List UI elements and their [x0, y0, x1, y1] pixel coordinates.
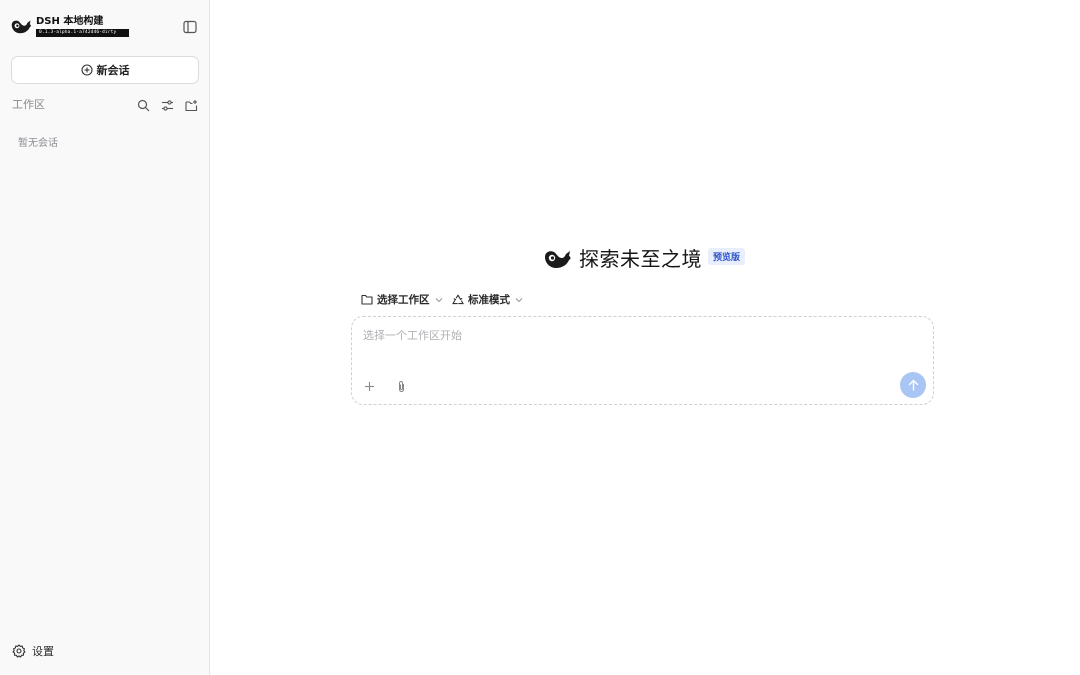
- whale-logo-icon: [11, 20, 31, 33]
- folder-plus-icon: [184, 99, 197, 111]
- new-chat-label: 新会话: [96, 64, 130, 77]
- search-button[interactable]: [134, 96, 152, 114]
- sidebar-toggle-button[interactable]: [180, 17, 200, 37]
- composer: [351, 316, 934, 405]
- plus-icon: [364, 381, 374, 391]
- chevron-down-icon: [435, 297, 442, 302]
- workspace-section-label: 工作区: [12, 98, 45, 111]
- sidebar: DSH 本地构建 0.1.3-alpha.1-a742d46-dirty 新会话…: [0, 0, 210, 675]
- workspace-selector[interactable]: 选择工作区: [361, 292, 443, 307]
- plus-circle-icon: [80, 64, 93, 76]
- prompt-input[interactable]: [363, 329, 883, 342]
- folder-icon: [361, 294, 373, 305]
- add-button[interactable]: [360, 377, 378, 395]
- sliders-icon: [161, 99, 173, 111]
- main-area: 探索未至之境 预览版 选择工作区 标准模式: [210, 0, 1080, 675]
- sidebar-toggle-icon: [183, 20, 197, 34]
- add-workspace-button[interactable]: [182, 96, 200, 114]
- settings-label: 设置: [32, 645, 54, 658]
- gear-icon: [12, 644, 26, 658]
- arrow-up-icon: [908, 379, 918, 391]
- settings-button[interactable]: 设置: [12, 643, 54, 659]
- paperclip-icon: [398, 380, 404, 392]
- whale-logo-icon: [545, 251, 571, 268]
- mode-selector[interactable]: 标准模式: [452, 292, 523, 307]
- mode-selector-label: 标准模式: [468, 294, 510, 306]
- empty-sessions-text: 暂无会话: [18, 138, 58, 149]
- hero-header: 探索未至之境 预览版: [544, 245, 746, 273]
- chevron-down-icon: [515, 297, 523, 302]
- workspace-selector-label: 选择工作区: [377, 294, 430, 306]
- brand: DSH 本地构建 0.1.3-alpha.1-a742d46-dirty: [11, 15, 129, 37]
- filter-button[interactable]: [158, 96, 176, 114]
- recycle-icon: [452, 294, 464, 304]
- send-button[interactable]: [900, 372, 926, 398]
- search-icon: [137, 99, 149, 111]
- attach-button[interactable]: [392, 377, 410, 395]
- new-chat-button[interactable]: 新会话: [11, 56, 199, 84]
- page-title: 探索未至之境: [579, 247, 702, 271]
- brand-name: DSH 本地构建: [36, 16, 104, 27]
- version-badge: 0.1.3-alpha.1-a742d46-dirty: [36, 29, 129, 37]
- preview-badge: 预览版: [708, 247, 746, 265]
